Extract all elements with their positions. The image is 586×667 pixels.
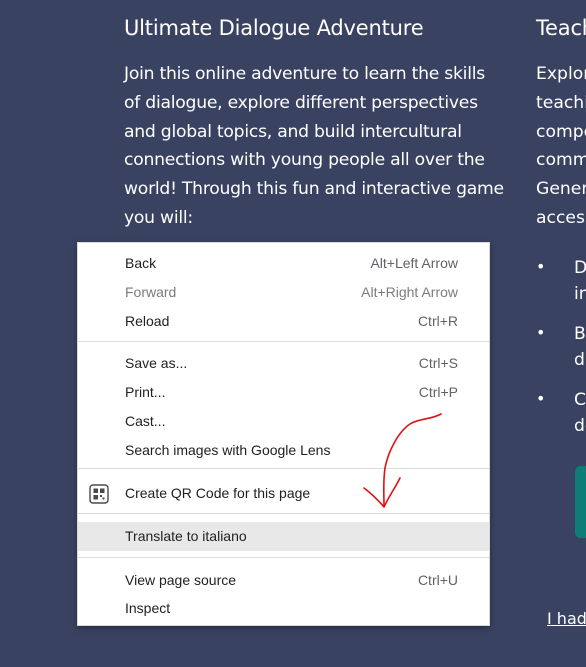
menu-item-shortcut: Ctrl+R [417, 313, 458, 329]
body-line: Gener [536, 179, 586, 200]
menu-separator [78, 341, 489, 342]
body-line: Explor [536, 64, 586, 84]
menu-item-label: Inspect [125, 600, 171, 616]
menu-item-label: Cast... [125, 413, 166, 429]
menu-item-shortcut: Alt+Left Arrow [370, 255, 458, 271]
menu-item-forward[interactable]: Forward Alt+Right Arrow [78, 278, 489, 307]
menu-item-shortcut: Ctrl+S [418, 355, 458, 371]
cta-button[interactable] [575, 466, 586, 538]
menu-item-label: Search images with Google Lens [125, 442, 331, 458]
bullet-line: D [574, 258, 586, 278]
menu-item-label: Translate to italiano [125, 528, 247, 544]
qr-code-icon [89, 484, 109, 504]
bullet-line: di [574, 350, 586, 370]
menu-item-shortcut: Ctrl+U [417, 572, 458, 588]
menu-item-qr-code[interactable]: Create QR Code for this page [78, 479, 489, 508]
section-title-right: Teach [536, 16, 586, 40]
menu-item-label: Print... [125, 384, 166, 400]
bullet-icon: • [536, 323, 546, 342]
menu-item-reload[interactable]: Reload Ctrl+R [78, 307, 489, 336]
menu-item-translate[interactable]: Translate to italiano [78, 522, 489, 551]
menu-item-cast[interactable]: Cast... [78, 407, 489, 436]
menu-item-label: Save as... [125, 355, 188, 371]
menu-item-view-source[interactable]: View page source Ctrl+U [78, 566, 489, 595]
bullet-line: B [574, 324, 586, 344]
body-line: teachi [536, 92, 586, 113]
menu-item-label: Reload [125, 313, 170, 329]
menu-item-google-lens[interactable]: Search images with Google Lens [78, 436, 489, 465]
bullet-line: de [574, 416, 586, 436]
menu-item-shortcut: Alt+Right Arrow [361, 284, 458, 300]
menu-item-save-as[interactable]: Save as... Ctrl+S [78, 349, 489, 378]
menu-separator [78, 557, 489, 558]
menu-item-label: Forward [125, 284, 177, 300]
bullet-icon: • [536, 389, 546, 408]
menu-separator [78, 468, 489, 469]
context-menu: Back Alt+Left Arrow Forward Alt+Right Ar… [77, 242, 490, 626]
section-body-right: Explor teachi compe comm Gener access [536, 60, 586, 233]
menu-separator [78, 513, 489, 514]
menu-item-inspect[interactable]: Inspect [78, 594, 489, 623]
section-title: Ultimate Dialogue Adventure [124, 16, 424, 40]
intro-section: Ultimate Dialogue Adventure Join this on… [124, 12, 504, 233]
menu-item-label: Create QR Code for this page [125, 485, 311, 501]
menu-item-print[interactable]: Print... Ctrl+P [78, 378, 489, 407]
teachers-section: Teach Explor teachi compe comm Gener acc… [536, 12, 586, 233]
menu-item-shortcut: Ctrl+P [418, 384, 458, 400]
footer-link[interactable]: I had [547, 609, 586, 628]
menu-item-label: Back [125, 255, 157, 271]
bullet-line: in [574, 284, 586, 304]
body-line: comm [536, 150, 586, 171]
body-line: compe [536, 121, 586, 142]
bullet-icon: • [536, 257, 546, 276]
section-body: Join this online adventure to learn the … [124, 64, 504, 228]
menu-item-back[interactable]: Back Alt+Left Arrow [78, 249, 489, 278]
body-line: access [536, 207, 586, 228]
menu-item-label: View page source [125, 572, 237, 588]
bullet-line: C [574, 390, 586, 410]
